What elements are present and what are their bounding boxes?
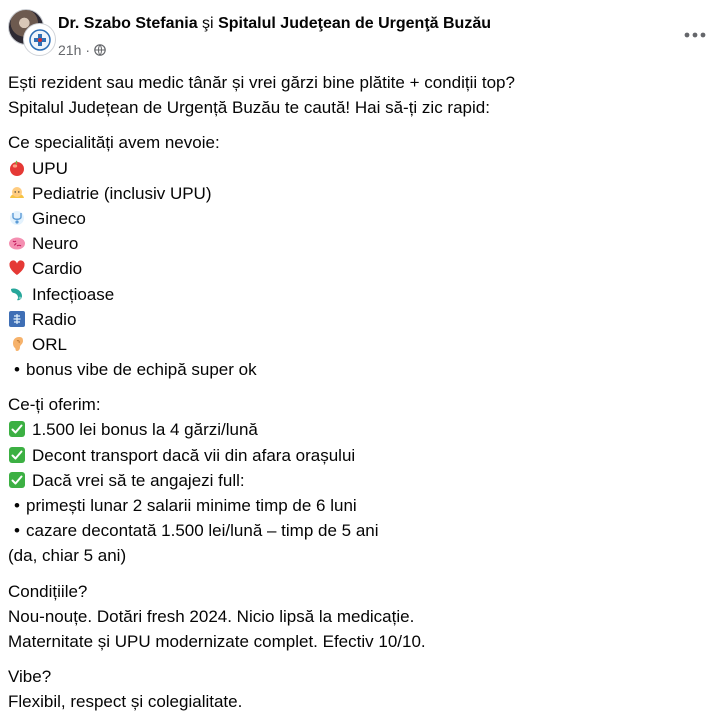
page-avatar[interactable] — [24, 24, 55, 55]
list-item: Gineco — [8, 206, 720, 231]
specialty-label: UPU — [32, 158, 68, 178]
check-icon — [9, 471, 25, 488]
vibe-section: Vibe? Flexibil, respect și colegialitate… — [8, 664, 720, 714]
vibe-line: Vibe? — [8, 667, 52, 687]
list-item: Pediatrie (inclusiv UPU) — [8, 181, 720, 206]
intro-line: Ești rezident sau medic tânăr și vrei gă… — [8, 73, 515, 92]
heart-icon — [9, 260, 25, 276]
meta-dot: · — [85, 42, 91, 58]
check-icon — [9, 421, 25, 438]
intro-paragraph: Ești rezident sau medic tânăr și vrei gă… — [8, 70, 720, 120]
baby-icon — [10, 186, 24, 198]
offer-label: 1.500 lei bonus la 4 gărzi/lună — [32, 420, 258, 440]
post-header: Dr. Szabo Stefania şi Spitalul Judeţean … — [0, 0, 728, 64]
specialty-label: bonus vibe de echipă super ok — [26, 360, 257, 380]
offer-label: (da, chiar 5 ani) — [8, 546, 127, 566]
post-meta: 21h · — [58, 42, 106, 58]
offer-label: cazare decontată 1.500 lei/lună – timp d… — [26, 521, 379, 541]
post-author-line: Dr. Szabo Stefania şi Spitalul Judeţean … — [58, 15, 491, 33]
more-dots-icon — [684, 32, 706, 38]
conditions-line: Maternitate și UPU modernizate complet. … — [8, 631, 426, 651]
stethoscope-icon — [10, 210, 24, 225]
hospital-logo-icon — [28, 28, 51, 51]
specialty-label: Infecțioase — [32, 284, 115, 304]
bullet-marker: • — [14, 521, 20, 541]
list-item: Cardio — [8, 256, 720, 281]
post-time[interactable]: 21h — [58, 42, 81, 58]
offer-label: Dacă vrei să te angajezi full: — [32, 470, 245, 490]
post-body: Ești rezident sau medic tânăr și vrei gă… — [8, 70, 720, 725]
specialty-label: Cardio — [32, 259, 83, 279]
list-item: Infecțioase — [8, 282, 720, 307]
offers-heading: Ce-ți oferim: — [8, 395, 101, 415]
globe-icon[interactable] — [94, 44, 106, 56]
bullet-marker: • — [14, 360, 20, 380]
specialty-label: Neuro — [32, 234, 79, 254]
specialties-heading: Ce specialități avem nevoie: — [8, 133, 220, 153]
check-icon — [9, 446, 25, 463]
list-item: Neuro — [8, 231, 720, 256]
list-item: (da, chiar 5 ani) — [8, 543, 720, 568]
list-item: Dacă vrei să te angajezi full: — [8, 468, 720, 493]
specialty-label: Gineco — [32, 208, 86, 228]
specialties-section: Ce specialități avem nevoie: UPU Pediatr… — [8, 130, 720, 382]
conditions-section: Condițiile? Nou-nouțe. Dotări fresh 2024… — [8, 579, 720, 655]
list-item: UPU — [8, 156, 720, 181]
ear-icon — [13, 336, 23, 351]
list-item: • primești lunar 2 salarii minime timp de… — [8, 493, 720, 518]
list-item: • bonus vibe de echipă super ok — [8, 357, 720, 382]
author-name[interactable]: Dr. Szabo Stefania — [58, 15, 198, 32]
list-item: ORL — [8, 332, 720, 357]
list-item: Decont transport dacă vii din afara oraș… — [8, 443, 720, 468]
xray-icon — [9, 310, 25, 327]
intro-line: Spitalul Județean de Urgență Buzău te ca… — [8, 98, 490, 118]
avatar-stack[interactable] — [8, 9, 55, 55]
bullet-marker: • — [14, 496, 20, 515]
more-options-button[interactable] — [680, 20, 710, 50]
specialty-label: ORL — [32, 334, 67, 354]
brain-icon — [9, 237, 25, 250]
list-item: • cazare decontată 1.500 lei/lună – timp … — [8, 518, 720, 543]
specialty-label: Pediatrie (inclusiv UPU) — [32, 183, 212, 203]
list-item: Radio — [8, 307, 720, 332]
conditions-line: Nou-nouțe. Dotări fresh 2024. Nicio lips… — [8, 606, 415, 626]
offers-section: Ce-ți oferim: 1.500 lei bonus la 4 gărzi… — [8, 392, 720, 568]
offer-label: primești lunar 2 salarii minime timp de … — [26, 496, 357, 515]
offer-label: Decont transport dacă vii din afara oraș… — [32, 445, 356, 465]
specialty-label: Radio — [32, 309, 77, 329]
microbe-icon — [11, 287, 22, 300]
red-orb-icon — [10, 160, 24, 176]
page-name[interactable]: Spitalul Judeţean de Urgenţă Buzău — [218, 15, 491, 32]
author-separator: şi — [202, 15, 214, 32]
list-item: 1.500 lei bonus la 4 gărzi/lună — [8, 417, 720, 442]
vibe-line: Flexibil, respect și colegialitate. — [8, 692, 243, 712]
conditions-line: Condițiile? — [8, 581, 88, 601]
